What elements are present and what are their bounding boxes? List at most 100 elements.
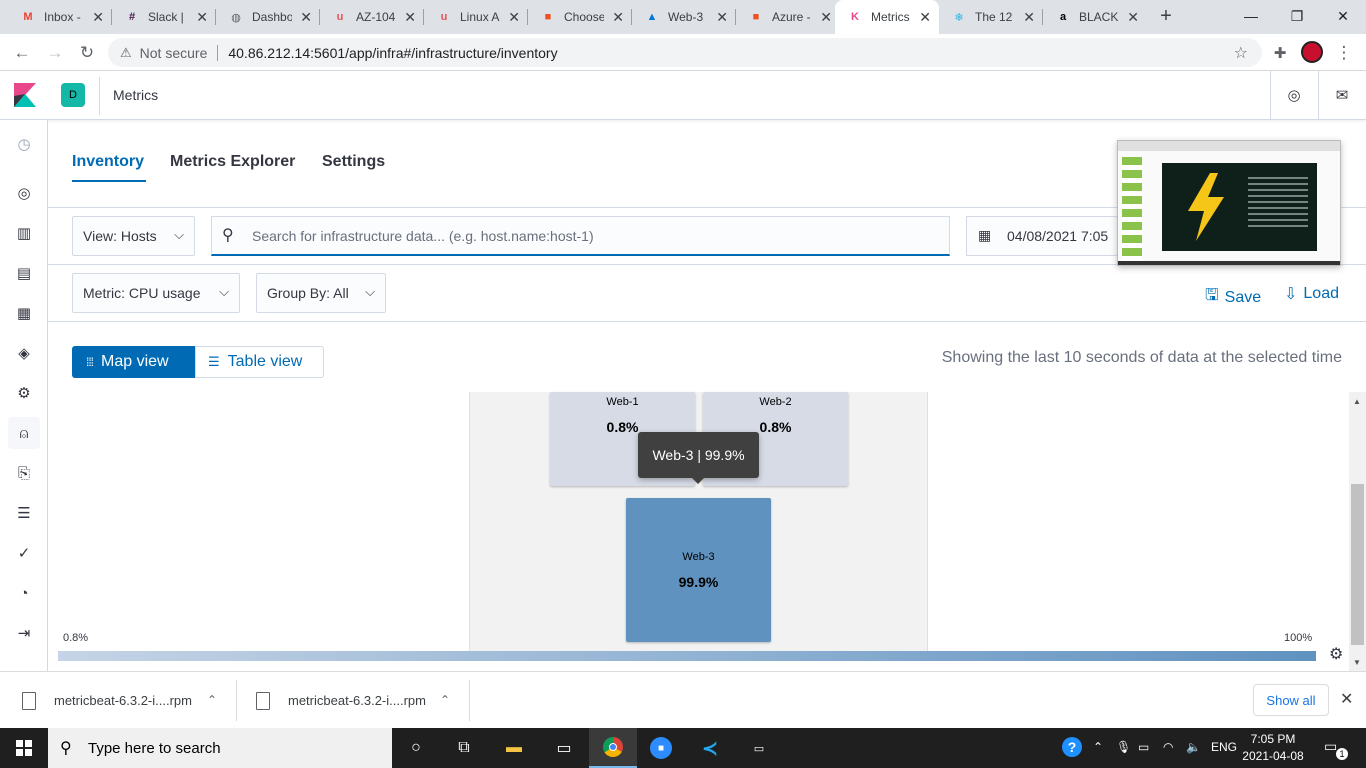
scrollbar-thumb[interactable] [1351, 484, 1364, 645]
profile-avatar[interactable] [1301, 41, 1323, 63]
close-tab-icon[interactable]: ✕ [196, 9, 208, 26]
ml-icon[interactable]: ⚙ [12, 381, 36, 405]
new-tab-button[interactable]: + [1155, 5, 1177, 27]
vertical-scrollbar[interactable]: ▲ ▼ [1349, 392, 1366, 671]
pip-slide-text [1248, 177, 1308, 229]
chevron-up-icon[interactable]: ⌃ [440, 693, 450, 707]
close-tab-icon[interactable]: ✕ [1023, 9, 1035, 26]
zoom-icon[interactable]: ■ [637, 728, 685, 768]
dashboard-icon[interactable]: ▤ [12, 261, 36, 285]
search-input[interactable]: Search for infrastructure data... (e.g. … [211, 216, 950, 256]
uptime-icon[interactable]: ✓ [12, 541, 36, 565]
scroll-up-arrow-icon[interactable]: ▲ [1353, 397, 1361, 406]
visualize-chart-icon[interactable]: ▥ [12, 221, 36, 245]
minimize-button[interactable]: — [1228, 0, 1274, 32]
close-tab-icon[interactable]: ✕ [508, 9, 520, 26]
logs-icon[interactable]: ⎘ [12, 461, 36, 485]
tab-settings[interactable]: Settings [322, 153, 385, 171]
browser-menu-icon[interactable]: ⋮ [1331, 40, 1357, 66]
tab-metrics-explorer[interactable]: Metrics Explorer [170, 153, 295, 171]
dev-tools-icon[interactable]: ⇥ [12, 621, 36, 645]
download-item[interactable]: metricbeat-6.3.2-i....rpm [22, 672, 192, 729]
task-view-icon[interactable]: ⧉ [440, 728, 488, 768]
chevron-up-icon[interactable]: ⌃ [207, 693, 217, 707]
close-tab-icon[interactable]: ✕ [404, 9, 416, 26]
browser-tab[interactable]: u Linux A ✕ [424, 0, 528, 34]
discover-compass-icon[interactable]: ◎ [12, 181, 36, 205]
battery-icon[interactable]: ▭ [1138, 740, 1149, 754]
metric-select[interactable]: Metric: CPU usage ⌵ [72, 273, 240, 313]
legend-settings-gear-icon[interactable]: ⚙ [1329, 644, 1343, 664]
browser-tab[interactable]: a BLACK ✕ [1043, 0, 1147, 34]
table-view-button[interactable]: ☰ Table view [195, 346, 324, 378]
maps-icon[interactable]: ◈ [12, 341, 36, 365]
apm-icon[interactable]: ☰ [12, 501, 36, 525]
map-view-button[interactable]: ⁞⁞⁞ Map view [72, 346, 195, 378]
file-explorer-icon[interactable]: ▬ [490, 728, 538, 768]
canvas-icon[interactable]: ▦ [12, 301, 36, 325]
close-tab-icon[interactable]: ✕ [716, 9, 728, 26]
help-icon[interactable]: ◎ [1282, 83, 1306, 107]
show-all-button[interactable]: Show all [1253, 684, 1329, 716]
load-button[interactable]: ⇩ Load [1284, 284, 1339, 304]
newsfeed-mail-icon[interactable]: ✉ [1330, 83, 1354, 107]
browser-tab[interactable]: ❄ The 12 ✕ [939, 0, 1043, 34]
show-hidden-icons-chevron[interactable]: ⌃ [1093, 740, 1103, 754]
wifi-icon[interactable]: ◠ [1163, 740, 1173, 754]
close-window-button[interactable]: ✕ [1320, 0, 1366, 32]
windows-start-button[interactable] [0, 728, 48, 768]
close-tab-icon[interactable]: ✕ [612, 9, 624, 26]
chevron-down-icon: ⌵ [219, 284, 229, 299]
close-tab-icon[interactable]: ✕ [300, 9, 312, 26]
pip-slide [1162, 163, 1317, 251]
space-avatar[interactable]: D [61, 83, 85, 107]
browser-tab[interactable]: ■ Choose ✕ [528, 0, 632, 34]
system-clock[interactable]: 7:05 PM 2021-04-08 [1240, 731, 1306, 765]
forward-button[interactable]: → [42, 40, 68, 66]
restore-button[interactable]: ❐ [1274, 0, 1320, 32]
groupby-select[interactable]: Group By: All ⌵ [256, 273, 386, 313]
chrome-icon[interactable] [589, 728, 637, 768]
host-node-web-3[interactable]: Web-3 99.9% [626, 498, 771, 642]
back-button[interactable]: ← [9, 40, 35, 66]
breadcrumb-app-name[interactable]: Metrics [113, 87, 158, 103]
kibana-logo-icon[interactable] [14, 83, 36, 107]
extensions-icon[interactable]: ✚ [1267, 40, 1293, 66]
help-tray-icon[interactable]: ? [1062, 737, 1082, 757]
browser-tab[interactable]: ◍ Dashbo ✕ [216, 0, 320, 34]
recently-viewed-clock-icon[interactable]: ◷ [12, 132, 36, 156]
browser-tab[interactable]: M Inbox - ✕ [8, 0, 112, 34]
microphone-icon[interactable]: 🎙 [1116, 740, 1131, 754]
save-button[interactable]: 🖫 Save [1205, 284, 1261, 311]
infrastructure-icon[interactable]: ⍝ [8, 417, 40, 449]
close-tab-icon[interactable]: ✕ [919, 9, 931, 26]
tab-inventory[interactable]: Inventory [72, 153, 144, 171]
close-tab-icon[interactable]: ✕ [1127, 9, 1139, 26]
scroll-down-arrow-icon[interactable]: ▼ [1353, 658, 1361, 667]
volume-icon[interactable]: 🔈 [1186, 740, 1201, 754]
language-indicator[interactable]: ENG [1211, 740, 1237, 754]
browser-tab[interactable]: u AZ-104 ✕ [320, 0, 424, 34]
picture-in-picture-video[interactable] [1117, 140, 1341, 266]
cmd-icon[interactable]: ▭ [735, 728, 783, 768]
siem-icon[interactable]: ◔ [12, 581, 36, 605]
browser-tab[interactable]: # Slack | ✕ [112, 0, 216, 34]
download-item[interactable]: metricbeat-6.3.2-i....rpm [256, 672, 426, 729]
close-icon[interactable]: ✕ [1340, 689, 1353, 709]
address-bar[interactable]: ⚠ Not secure 40.86.212.14:5601/app/infra… [108, 38, 1262, 67]
close-tab-icon[interactable]: ✕ [820, 9, 832, 26]
close-tab-icon[interactable]: ✕ [92, 9, 104, 26]
notification-badge: 1 [1336, 748, 1348, 760]
terminal-app-icon[interactable]: ▭ [540, 728, 588, 768]
reload-button[interactable]: ↻ [74, 40, 100, 66]
browser-tab[interactable]: ■ Azure - ✕ [736, 0, 840, 34]
view-select[interactable]: View: Hosts ⌵ [72, 216, 195, 256]
vscode-icon[interactable]: ≺ [686, 728, 734, 768]
bookmark-star-icon[interactable]: ☆ [1234, 43, 1248, 63]
tooltip-arrow [692, 478, 704, 484]
taskbar-search-input[interactable]: Type here to search [48, 728, 392, 768]
file-icon [256, 691, 270, 710]
cortana-icon[interactable]: ○ [392, 728, 440, 768]
browser-tab[interactable]: ▲ Web-3 ✕ [632, 0, 736, 34]
browser-tab[interactable]: K Metrics ✕ [835, 0, 939, 34]
